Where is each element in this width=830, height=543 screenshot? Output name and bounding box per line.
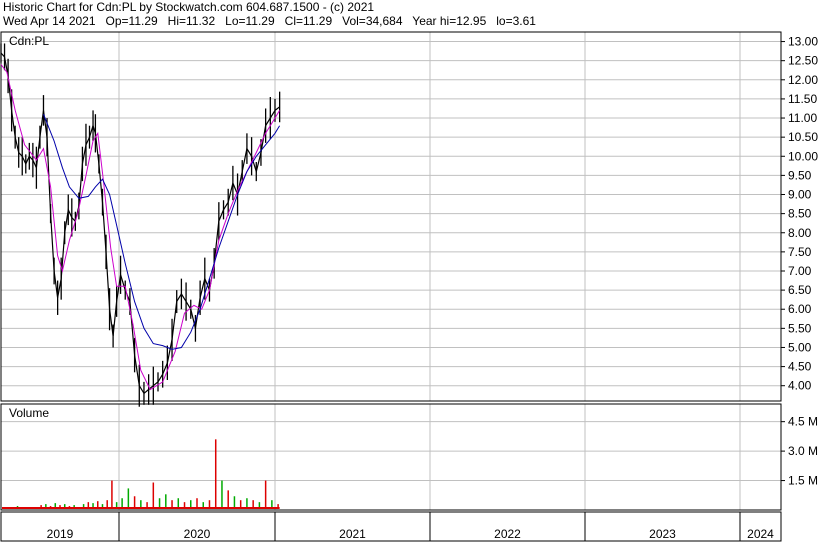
price-tick-label: 11.00: [788, 111, 817, 125]
price-tick-label: 10.00: [788, 149, 818, 163]
volume-tick-label: 3.0 M: [788, 444, 818, 458]
price-panel: 13.00 12.50 12.00 11.50 11.00 10.50 10.00 9.50 9…: [0, 31, 818, 407]
price-tick-label: 12.00: [788, 73, 818, 87]
price-panel-label: Cdn:PL: [9, 34, 49, 48]
x-axis-label: 2024: [747, 527, 774, 541]
volume-tick-label: 1.5 M: [788, 474, 818, 488]
x-axis-label: 2023: [649, 527, 676, 541]
price-tick-label: 9.00: [788, 188, 812, 202]
x-axis-label: 2020: [184, 527, 211, 541]
volume-tick-label: 4.5 M: [788, 415, 818, 429]
price-tick-label: 12.50: [788, 54, 818, 68]
price-tick-label: 5.50: [788, 321, 812, 335]
price-tick-label: 8.50: [788, 207, 812, 221]
price-tick-label: 4.50: [788, 360, 812, 374]
price-tick-label: 7.00: [788, 264, 812, 278]
volume-frame: [0, 403, 782, 511]
series-price: [0, 52, 280, 395]
stock-chart: 13.00 12.50 12.00 11.50 11.00 10.50 10.00 9.50 9…: [0, 31, 818, 542]
price-tick-label: 13.00: [788, 35, 818, 49]
x-axis-label: 2021: [339, 527, 366, 541]
price-frame: [0, 31, 782, 402]
price-tick-label: 7.50: [788, 245, 812, 259]
series-ma_long: [43, 114, 281, 350]
price-tick-label: 9.50: [788, 168, 812, 182]
price-tick-label: 4.00: [788, 379, 812, 393]
x-axis-label: 2019: [47, 527, 74, 541]
price-tick-label: 6.00: [788, 302, 812, 316]
volume-panel-label: Volume: [9, 406, 49, 420]
price-tick-label: 10.50: [788, 130, 818, 144]
price-tick-label: 6.50: [788, 283, 812, 297]
price-tick-label: 5.00: [788, 340, 812, 354]
volume-panel: 4.5 M 3.0 M 1.5 M Volume: [0, 403, 818, 511]
price-tick-label: 11.50: [788, 92, 817, 106]
x-axis-label: 2022: [494, 527, 521, 541]
price-tick-label: 8.00: [788, 226, 812, 240]
x-axis: 2019 2020 2021 2022 2023 2024: [0, 511, 782, 542]
